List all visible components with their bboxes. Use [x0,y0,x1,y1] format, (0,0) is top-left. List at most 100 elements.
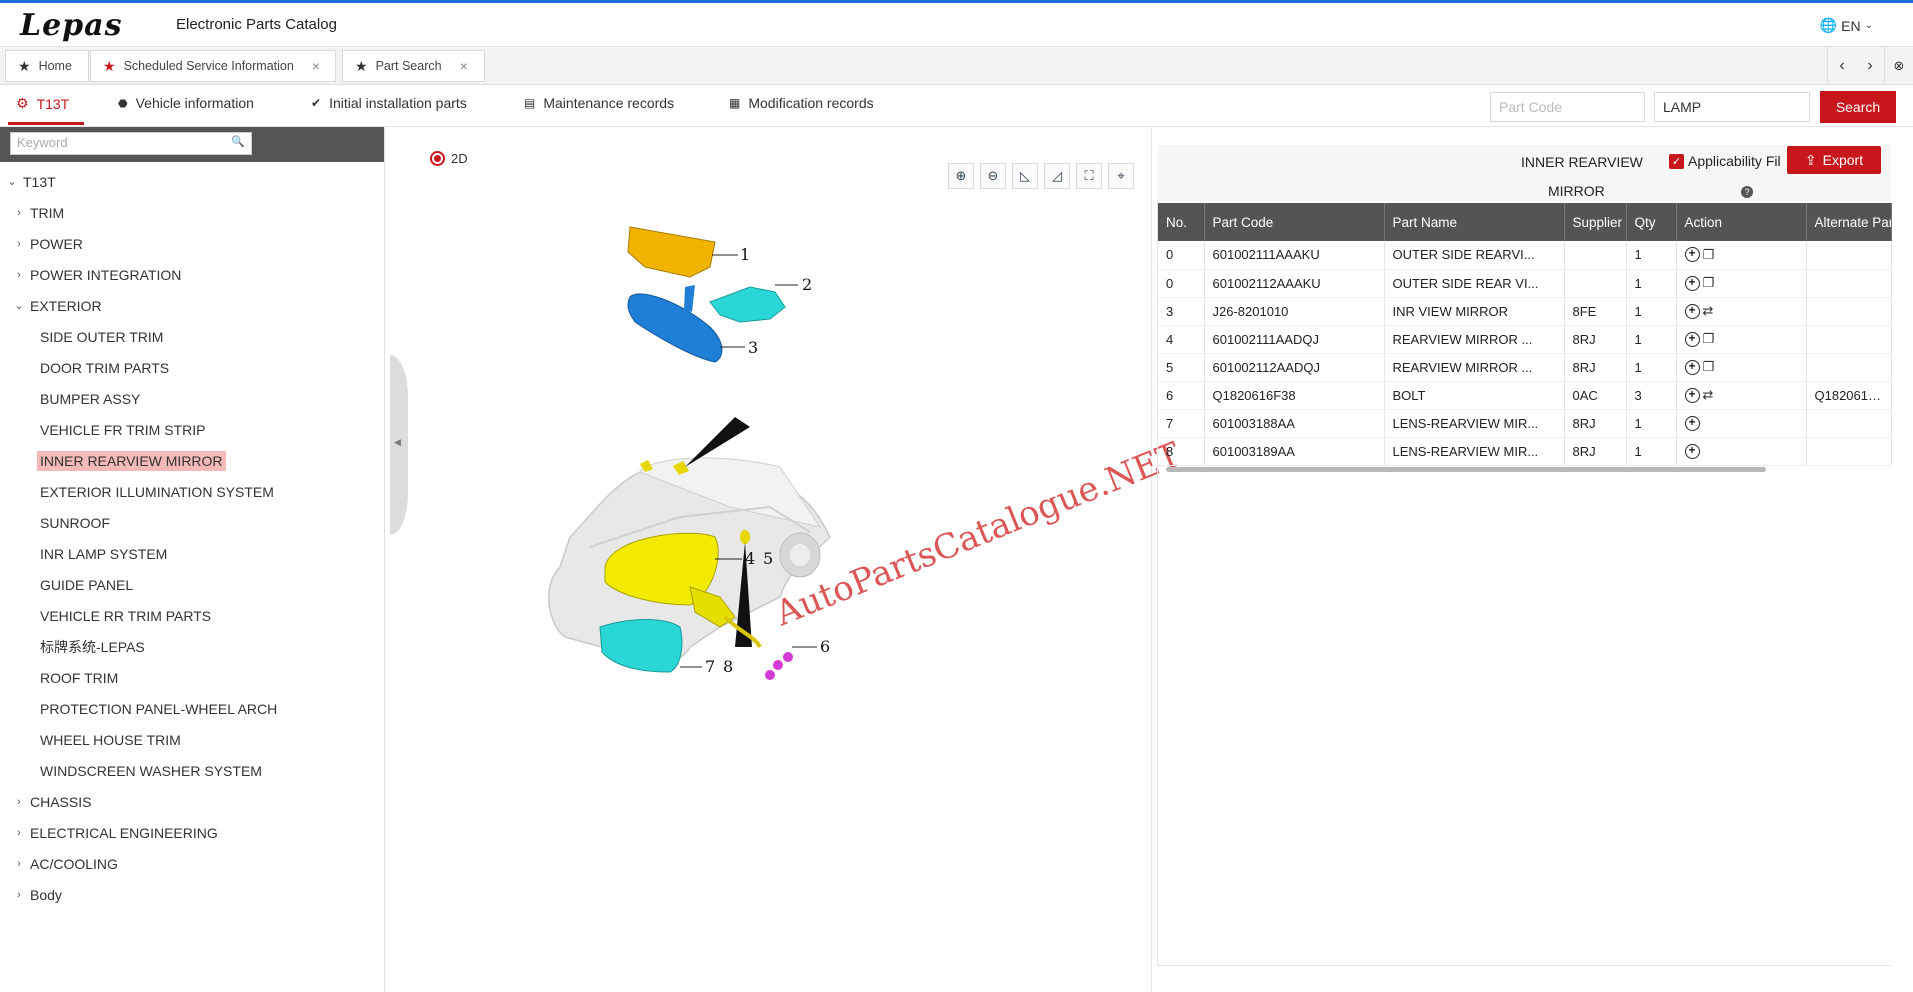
replace-icon[interactable]: ⇄ [1703,387,1714,403]
col-no[interactable]: No. [1158,203,1205,241]
col-supplier[interactable]: Supplier [1564,203,1627,241]
tree-item[interactable]: ⌄ EXTERIOR [0,290,384,321]
add-to-cart-icon[interactable]: + [1684,443,1700,459]
export-button[interactable]: ⇪ Export [1787,146,1881,174]
tree-item[interactable]: › CHASSIS [0,786,384,817]
part-2-shape[interactable] [709,286,786,323]
chevron-right-icon[interactable]: › [12,858,26,870]
copy-icon[interactable]: ❐ [1703,359,1715,375]
tree-item[interactable]: › ELECTRICAL ENGINEERING [0,817,384,848]
callout-6[interactable]: 6 [820,637,830,656]
add-to-cart-icon[interactable]: + [1684,247,1700,263]
table-row[interactable]: 7 601003188AA LENS-REARVIEW MIR... 8RJ 1 + [1158,409,1892,438]
applicability-filter-checkbox[interactable]: ✓ Applicability Filter [1669,153,1781,169]
table-row[interactable]: 3 J26-8201010 INR VIEW MIRROR 8FE 1 + ⇄ [1158,297,1892,326]
part-1-shape[interactable] [627,226,716,278]
close-icon[interactable]: × [312,58,320,74]
col-action[interactable]: Action [1676,203,1807,241]
add-to-cart-icon[interactable]: + [1684,359,1700,375]
callout-1[interactable]: 1 [740,245,750,264]
tree-item[interactable]: GUIDE PANEL [0,569,384,600]
chevron-right-icon[interactable]: › [12,207,26,219]
keyword-search-input[interactable]: LAMP [1654,92,1810,122]
globe-icon: 🌐 [1819,17,1838,33]
chevron-right-icon[interactable]: › [1856,57,1884,75]
replace-icon[interactable]: ⇄ [1703,303,1714,319]
sidebar-keyword-input[interactable]: Keyword 🔍 [10,132,252,155]
table-row[interactable]: 5 601002112AADQJ REARVIEW MIRROR ... 8RJ 1 + ❐ [1158,353,1892,382]
chevron-down-icon[interactable]: ⌄ [12,299,26,312]
tree-item[interactable]: WHEEL HOUSE TRIM [0,724,384,755]
chevron-down-icon[interactable]: ⌄ [5,175,19,188]
tree-item[interactable]: BUMPER ASSY [0,383,384,414]
tree-item[interactable]: SIDE OUTER TRIM [0,321,384,352]
chevron-right-icon[interactable]: › [12,827,26,839]
tree-item[interactable]: › AC/COOLING [0,848,384,879]
table-row[interactable]: 4 601002111AADQJ REARVIEW MIRROR ... 8RJ 1 + ❐ [1158,325,1892,354]
col-alternate-part[interactable]: Alternate Part [1806,203,1892,241]
tree-item[interactable]: › Body [0,879,384,910]
part-3-shape[interactable] [627,293,723,363]
tree-item[interactable]: INR LAMP SYSTEM [0,538,384,569]
table-row[interactable]: 0 601002111AAAKU OUTER SIDE REARVI... 1 + ❐ [1158,241,1892,270]
col-part-code[interactable]: Part Code [1204,203,1385,241]
table-row[interactable]: 6 Q1820616F38 BOLT 0AC 3 + ⇄ Q1820616F [1158,381,1892,410]
chevron-right-icon[interactable]: › [12,238,26,250]
tree-item[interactable]: DOOR TRIM PARTS [0,352,384,383]
chevron-right-icon[interactable]: › [12,269,26,281]
tree-item[interactable]: SUNROOF [0,507,384,538]
tree-item[interactable]: › TRIM [0,197,384,228]
help-icon[interactable]: ? [1741,186,1753,198]
nav-modification-records[interactable]: ▦ Modification records [729,95,874,111]
nav-initial-installation-parts[interactable]: ✔ Initial installation parts [311,95,467,111]
table-row[interactable]: 8 601003189AA LENS-REARVIEW MIR... 8RJ 1 + [1158,437,1892,466]
add-to-cart-icon[interactable]: + [1684,387,1700,403]
tree-item[interactable]: VEHICLE RR TRIM PARTS [0,600,384,631]
tab-home[interactable]: ★ Home [5,50,89,82]
chevron-left-icon[interactable]: ‹ [1828,57,1856,75]
callout-5[interactable]: 5 [763,549,773,568]
tree-item[interactable]: INNER REARVIEW MIRROR [0,445,384,476]
part-code-input[interactable]: Part Code [1490,92,1645,122]
chevron-right-icon[interactable]: › [12,796,26,808]
tree-item[interactable]: VEHICLE FR TRIM STRIP [0,414,384,445]
parts-illustration[interactable]: 1 2 3 4 5 6 7 8 [390,127,1152,992]
callout-4[interactable]: 4 [745,549,755,568]
chevron-right-icon[interactable]: › [12,889,26,901]
tree-item[interactable]: WINDSCREEN WASHER SYSTEM [0,755,384,786]
col-qty[interactable]: Qty [1626,203,1677,241]
add-to-cart-icon[interactable]: + [1684,303,1700,319]
add-to-cart-icon[interactable]: + [1684,415,1700,431]
tree-item[interactable]: PROTECTION PANEL-WHEEL ARCH [0,693,384,724]
tree-item[interactable]: ROOF TRIM [0,662,384,693]
brand-logo[interactable]: Lepas [20,8,123,43]
language-selector[interactable]: 🌐 EN ⌄ [1820,17,1873,34]
search-button[interactable]: Search [1820,91,1896,123]
tree-item[interactable]: ⌄ T13T [0,166,384,197]
callout-2[interactable]: 2 [802,275,812,294]
nav-maintenance-records[interactable]: ▤ Maintenance records [524,95,674,111]
tree-item[interactable]: › POWER [0,228,384,259]
part-6-shape[interactable] [765,652,793,680]
tab-part-search[interactable]: ★ Part Search × [342,50,485,82]
part-7-8-shape[interactable] [599,619,683,673]
callout-7[interactable]: 7 [705,657,715,676]
add-to-cart-icon[interactable]: + [1684,331,1700,347]
nav-vehicle-information[interactable]: ⬣ Vehicle information [118,95,254,111]
callout-3[interactable]: 3 [748,338,758,357]
nav-t13t[interactable]: ⚙ T13T [16,95,69,112]
tree-item[interactable]: EXTERIOR ILLUMINATION SYSTEM [0,476,384,507]
copy-icon[interactable]: ❐ [1703,275,1715,291]
copy-icon[interactable]: ❐ [1703,247,1715,263]
tree-item[interactable]: › POWER INTEGRATION [0,259,384,290]
callout-8[interactable]: 8 [723,657,733,676]
tree-item[interactable]: 标牌系统-LEPAS [0,631,384,662]
add-to-cart-icon[interactable]: + [1684,275,1700,291]
copy-icon[interactable]: ❐ [1703,331,1715,347]
tab-scheduled-service[interactable]: ★ Scheduled Service Information × [90,50,336,82]
table-row[interactable]: 0 601002112AAAKU OUTER SIDE REAR VI... 1 + ❐ [1158,269,1892,298]
close-all-icon[interactable]: ⊗ [1885,58,1913,74]
close-icon[interactable]: × [460,58,468,74]
col-part-name[interactable]: Part Name [1384,203,1565,241]
horizontal-scrollbar[interactable] [1166,467,1766,472]
